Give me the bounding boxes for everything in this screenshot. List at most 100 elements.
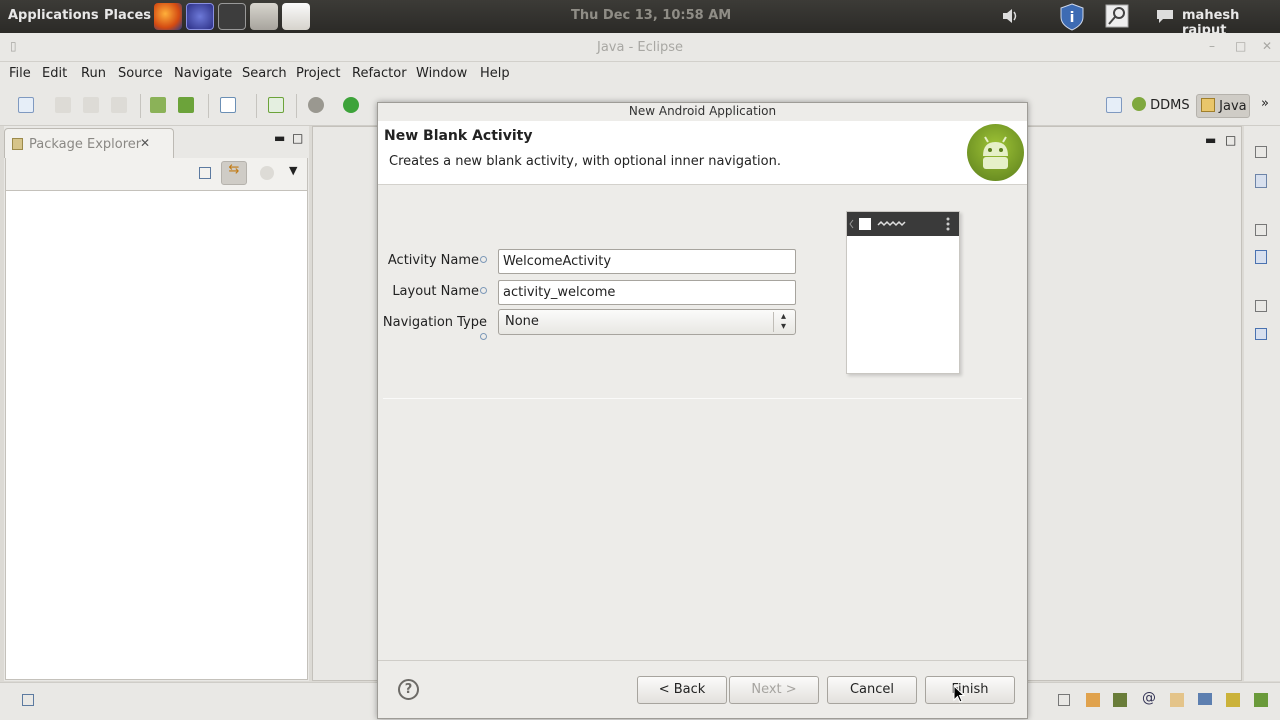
focus-icon[interactable] [260,166,274,180]
open-perspective-icon[interactable] [1106,97,1122,113]
ddms-icon [1132,97,1146,111]
volume-icon[interactable] [1001,8,1019,24]
package-icon [12,138,23,150]
task-list-icon[interactable] [1255,250,1267,264]
fast-view-icon[interactable] [22,694,34,706]
package-explorer-view: Package Explorer ✕ ▬ □ ⇆ ▼ [4,126,309,681]
menu-help[interactable]: Help [480,66,510,81]
save-icon[interactable] [55,97,71,113]
view-menu-icon[interactable]: ▼ [289,164,297,177]
window-titlebar: ▯ Java - Eclipse – □ ✕ [0,33,1280,62]
text-editor-icon[interactable] [282,3,310,30]
devices-icon[interactable] [1198,693,1212,705]
close-tab-icon[interactable]: ✕ [140,136,150,150]
finish-button[interactable]: Finish [925,676,1015,704]
new-android-application-dialog: New Android Application New Blank Activi… [377,102,1028,719]
next-button[interactable]: Next > [729,676,819,704]
applications-menu[interactable]: Applications [8,8,99,23]
help-icon[interactable]: ? [398,679,419,700]
dialog-footer-separator [378,660,1027,661]
info-icon [480,287,487,294]
save-all-icon[interactable] [83,97,99,113]
mouse-cursor-icon [953,685,965,703]
places-menu[interactable]: Places [104,8,151,23]
minimize-icon[interactable]: – [1209,39,1215,53]
activity-preview [846,211,960,374]
terminal-icon[interactable] [218,3,246,30]
svg-text:i: i [1070,10,1075,26]
menu-file[interactable]: File [9,66,31,81]
info-icon [480,256,487,263]
toolbar-separator [208,94,209,118]
menu-navigate[interactable]: Navigate [174,66,232,81]
minimize-view-icon[interactable]: ▬ [274,131,285,145]
cancel-button[interactable]: Cancel [827,676,917,704]
console-icon[interactable] [1086,693,1100,707]
logcat-icon[interactable] [1113,693,1127,707]
dialog-header: New Blank Activity Creates a new blank a… [378,121,1027,185]
back-button[interactable]: < Back [637,676,727,704]
java-icon [1201,98,1215,112]
perspective-ddms[interactable]: DDMS [1132,95,1190,117]
perspective-java[interactable]: Java [1196,94,1250,118]
dialog-heading: New Blank Activity [384,128,533,144]
outline-icon[interactable] [1255,174,1267,188]
package-explorer-tab[interactable]: Package Explorer ✕ [4,128,174,158]
collapse-all-icon[interactable] [199,167,211,179]
window-title: Java - Eclipse [596,40,684,55]
navigation-type-value: None [505,314,539,329]
eclipse-icon[interactable] [186,3,214,30]
javadoc-icon[interactable]: @ [1142,690,1156,706]
problems-icon[interactable] [1255,328,1267,340]
toolbar-separator [296,94,297,118]
maximize-editor-icon[interactable]: □ [1225,133,1236,147]
close-icon[interactable]: ✕ [1262,39,1272,53]
layout-name-input[interactable] [498,280,796,305]
package-explorer-title: Package Explorer [29,137,142,152]
threads-icon[interactable] [1254,693,1268,707]
package-explorer-toolbar: ⇆ ▼ [5,158,308,190]
minimize-editor-icon[interactable]: ▬ [1205,133,1216,147]
menu-edit[interactable]: Edit [42,66,67,81]
sdk-manager-icon[interactable] [150,97,166,113]
maximize-view-icon[interactable]: □ [292,131,303,145]
menu-source[interactable]: Source [118,66,163,81]
new-icon[interactable] [18,97,34,113]
maximize-icon[interactable]: □ [1235,39,1246,53]
chat-icon[interactable] [1155,8,1175,25]
declaration-icon[interactable] [1170,693,1184,707]
home-folder-icon[interactable] [250,3,278,30]
spinner-arrows-icon: ▴ ▾ [773,312,793,332]
menubar: File Edit Run Source Navigate Search Pro… [0,62,1280,86]
restore-icon[interactable] [1255,224,1267,236]
restore-icon[interactable] [1255,300,1267,312]
restore-icon[interactable] [1058,694,1070,706]
emulator-control-icon[interactable] [1226,693,1240,707]
avd-manager-icon[interactable] [178,97,194,113]
restore-icon[interactable] [1255,146,1267,158]
navigation-type-select[interactable]: None ▴ ▾ [498,309,796,335]
debug-icon[interactable] [308,97,324,113]
firefox-icon[interactable] [154,3,182,30]
dialog-description: Creates a new blank activity, with optio… [389,154,781,169]
menu-run[interactable]: Run [81,66,106,81]
update-shield-icon[interactable]: i [1059,3,1085,31]
toolbar-separator [140,94,141,118]
link-with-editor-icon[interactable]: ⇆ [221,161,247,185]
info-icon [480,333,487,340]
run-icon[interactable] [343,97,359,113]
package-explorer-tree[interactable] [5,190,308,680]
menu-search[interactable]: Search [242,66,287,81]
print-icon[interactable] [111,97,127,113]
more-perspectives-icon[interactable]: » [1261,96,1269,111]
top-panel: Applications Places Thu Dec 13, 10:58 AM… [0,0,1280,38]
new-android-project-icon[interactable] [268,97,284,113]
menu-window[interactable]: Window [416,66,467,81]
network-icon[interactable] [1104,3,1130,29]
clock[interactable]: Thu Dec 13, 10:58 AM [571,8,731,23]
activity-name-input[interactable] [498,249,796,274]
menu-project[interactable]: Project [296,66,340,81]
lint-check-icon[interactable] [220,97,236,113]
menu-refactor[interactable]: Refactor [352,66,407,81]
dialog-title: New Android Application [378,103,1027,121]
